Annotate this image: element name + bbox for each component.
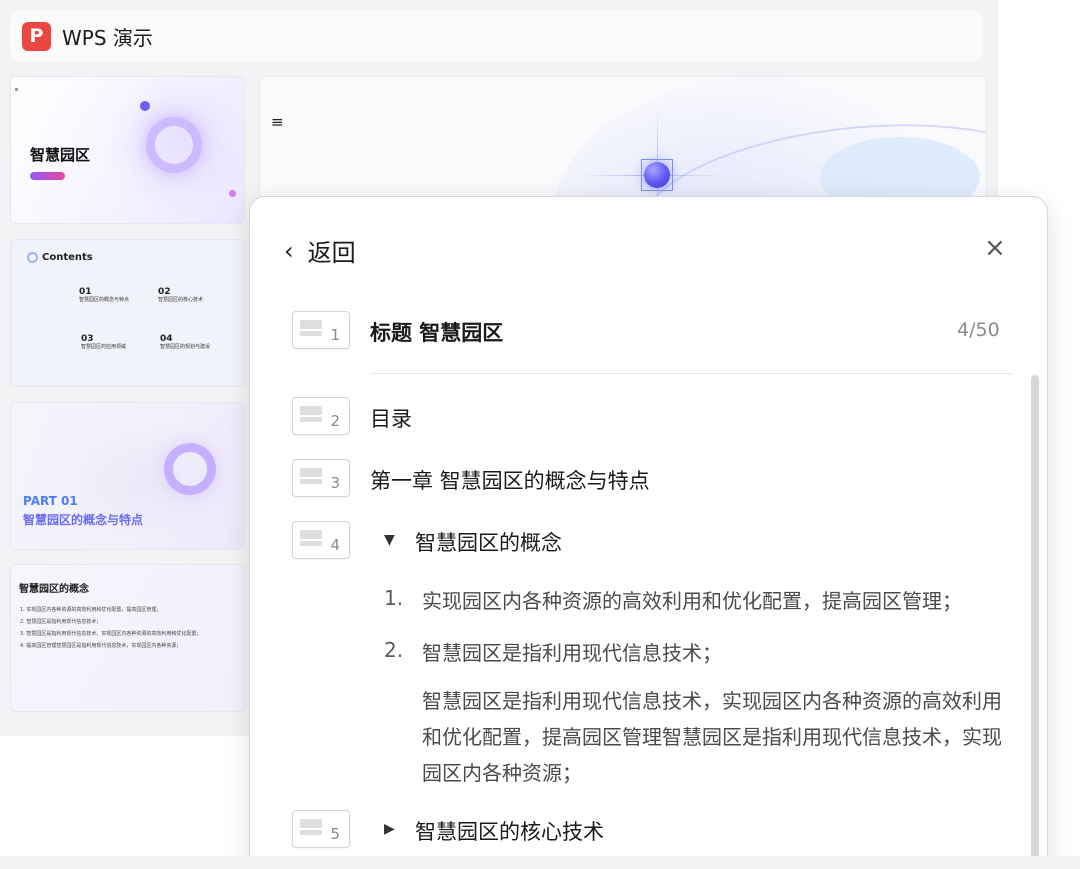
slide-icon-bar xyxy=(300,479,322,484)
slide-icon-bar xyxy=(300,468,322,477)
outline-item[interactable]: 智慧园区的核心技术 xyxy=(415,816,604,846)
slide-icon-bar xyxy=(300,320,322,329)
slide-thumbnail-4[interactable]: 智慧园区的概念 1. 实现园区内各种资源的高效利用和优化配置，提高园区管理； 2… xyxy=(10,564,245,712)
scrollbar[interactable] xyxy=(1031,375,1039,869)
contents-item: 04 智慧园区的规划与建设 xyxy=(160,334,220,351)
contents-item-num: 01 xyxy=(79,287,92,297)
slide-icon[interactable]: 3 xyxy=(292,459,350,497)
page-counter: 4/50 xyxy=(957,319,1000,341)
thumbnail-title: 智慧园区的概念 xyxy=(19,584,89,595)
decorative-ring xyxy=(146,117,202,173)
contents-item: 02 智慧园区的核心技术 xyxy=(158,287,218,304)
list-item: 2. 智慧园区是指利用现代信息技术； xyxy=(20,619,102,625)
slide-icon-bar xyxy=(300,819,322,828)
slide-number: 2 xyxy=(330,412,340,430)
slide-number: 3 xyxy=(330,474,340,492)
outline-item[interactable]: 智慧园区的概念 xyxy=(415,527,562,557)
contents-item-text: 智慧园区的应用领域 xyxy=(81,344,127,350)
thumbnail-pill xyxy=(30,172,65,180)
thumbnail-title: 智慧园区 xyxy=(30,146,91,164)
slide-icon[interactable]: 1 xyxy=(292,311,350,349)
slide-number: 5 xyxy=(330,825,340,843)
contents-item-text: 智慧园区的核心技术 xyxy=(158,297,204,303)
title-bar: P WPS 演示 xyxy=(10,10,983,62)
contents-item-text: 智慧园区的概念与特点 xyxy=(79,297,130,303)
contents-item-num: 04 xyxy=(160,334,173,344)
slide-icon[interactable]: 4 xyxy=(292,521,350,559)
slide-number: 4 xyxy=(330,536,340,554)
close-icon[interactable]: × xyxy=(984,235,1006,261)
slide-icon-bar xyxy=(300,406,322,415)
outline-item[interactable]: 第一章 智慧园区的概念与特点 xyxy=(370,465,650,495)
list-number: 2. xyxy=(384,638,404,662)
thumbnail-list: 1. 实现园区内各种资源的高效利用和优化配置，提高园区管理； 2. 智慧园区是指… xyxy=(20,607,240,655)
contents-item-text: 智慧园区的规划与建设 xyxy=(160,344,211,350)
decorative-ring xyxy=(164,443,216,495)
outline-panel: ‹ 返回 × 1 标题 智慧园区 4/50 2 目录 3 第一章 智慧园区的概念… xyxy=(249,196,1048,869)
slide-number: 1 xyxy=(330,326,340,344)
ring-icon xyxy=(27,252,38,263)
slide-icon[interactable]: 2 xyxy=(292,397,350,435)
back-label: 返回 xyxy=(307,239,356,267)
outline-item[interactable]: 目录 xyxy=(370,403,412,433)
slide-icon-bar xyxy=(300,331,322,336)
slide-thumbnail-1[interactable]: 智慧园区 xyxy=(10,76,245,224)
slide-icon[interactable]: 5 xyxy=(292,810,350,848)
contents-item-num: 02 xyxy=(158,287,171,297)
contents-item: 01 智慧园区的概念与特点 xyxy=(79,287,139,304)
decorative-dot xyxy=(15,88,18,91)
part-label: PART 01 xyxy=(23,494,78,508)
decorative-ball xyxy=(140,101,150,111)
list-item: 3. 智慧园区是指利用现代信息技术，实现园区内各种资源的高效利用和优化配置； xyxy=(20,631,202,637)
paragraph-text[interactable]: 智慧园区是指利用现代信息技术，实现园区内各种资源的高效利用和优化配置，提高园区管… xyxy=(422,683,1002,791)
contents-item-num: 03 xyxy=(81,334,94,344)
outline-title[interactable]: 标题 智慧园区 xyxy=(370,317,503,347)
list-number: 1. xyxy=(384,586,404,610)
app-title: WPS 演示 xyxy=(62,25,153,50)
part-subtitle: 智慧园区的概念与特点 xyxy=(23,513,144,527)
collapse-triangle-icon[interactable]: ▼ xyxy=(384,532,395,548)
contents-item: 03 智慧园区的应用领域 xyxy=(81,334,141,351)
menu-icon[interactable]: ≡ xyxy=(271,113,284,131)
slide-thumbnail-2[interactable]: Contents 01 智慧园区的概念与特点 02 智慧园区的核心技术 03 智… xyxy=(10,239,245,387)
expand-triangle-icon[interactable]: ▶ xyxy=(384,821,395,837)
selection-box[interactable] xyxy=(641,159,673,191)
slide-icon-bar xyxy=(300,530,322,539)
wps-presentation-icon: P xyxy=(22,21,51,51)
slide-icon-bar xyxy=(300,830,322,835)
bottom-edge xyxy=(0,856,1080,869)
slide-icon-bar xyxy=(300,541,322,546)
divider xyxy=(370,373,1013,374)
slide-thumbnail-3[interactable]: PART 01 智慧园区的概念与特点 xyxy=(10,402,245,550)
chevron-left-icon: ‹ xyxy=(284,236,294,265)
list-item: 4. 提高园区管理智慧园区是指利用现代信息技术，实现园区内各种资源； xyxy=(20,643,182,649)
contents-label: Contents xyxy=(42,252,93,263)
decorative-ball xyxy=(229,190,236,197)
list-item: 1. 实现园区内各种资源的高效利用和优化配置，提高园区管理； xyxy=(20,607,162,613)
slide-icon-bar xyxy=(300,417,322,422)
contents-heading: Contents xyxy=(27,252,93,263)
list-item[interactable]: 实现园区内各种资源的高效利用和优化配置，提高园区管理； xyxy=(422,585,962,614)
back-button[interactable]: ‹ 返回 xyxy=(284,233,356,268)
list-item[interactable]: 智慧园区是指利用现代信息技术； xyxy=(422,637,722,666)
